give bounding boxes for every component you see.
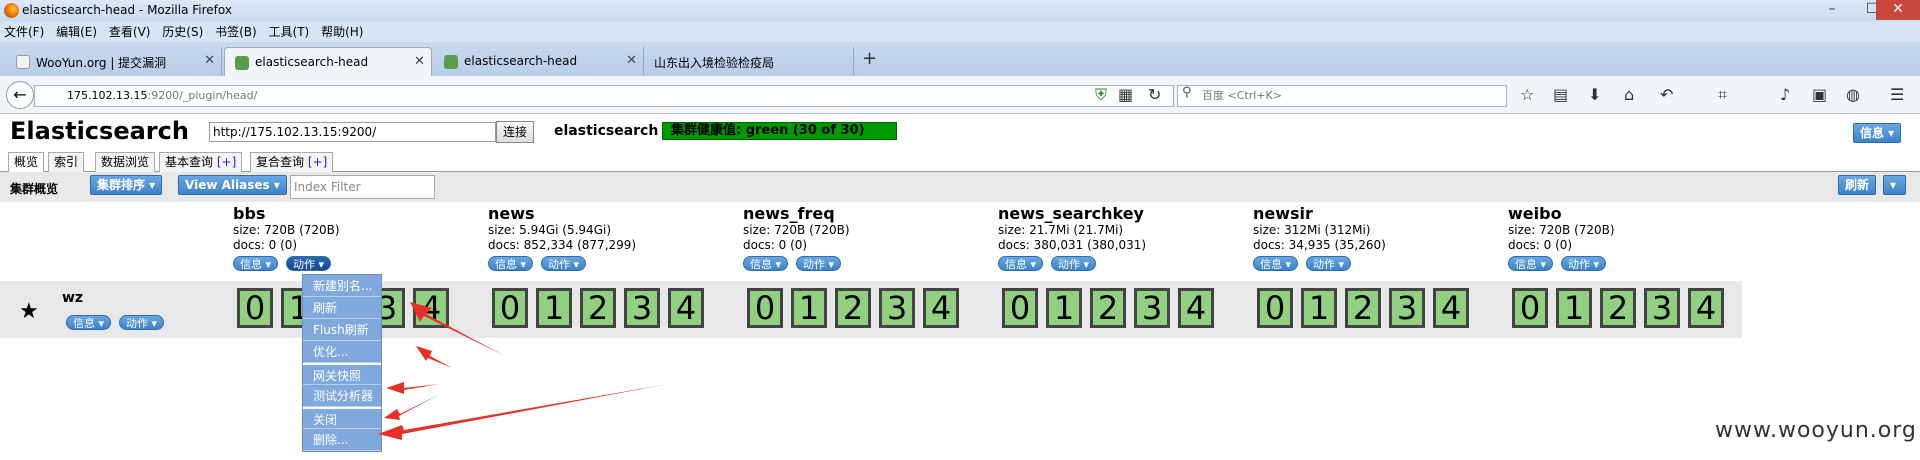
red-arrow-3	[386, 382, 440, 394]
red-arrow-4	[384, 394, 440, 420]
red-arrow-5	[378, 384, 668, 440]
watermark: www.wooyun.org	[1715, 418, 1917, 443]
red-arrow-1	[410, 302, 505, 356]
annotation-arrows	[378, 302, 668, 440]
red-arrow-2	[416, 346, 452, 368]
